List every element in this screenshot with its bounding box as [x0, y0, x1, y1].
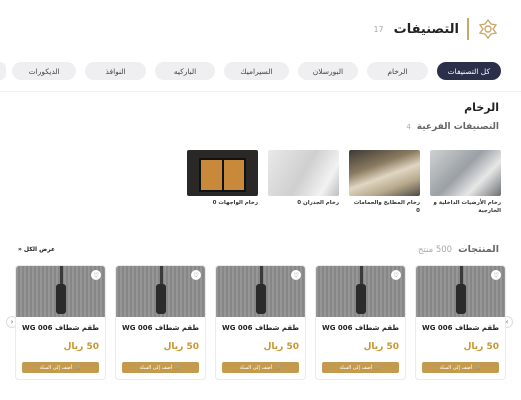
- product-image: ♡: [216, 266, 305, 317]
- subcategory-card[interactable]: رخام الجدران 0: [268, 150, 339, 215]
- subcategory-label: رخام الجدران 0: [268, 199, 339, 207]
- divider: [0, 91, 521, 92]
- product-price: 50 ريال: [363, 342, 399, 352]
- header-divider: [467, 18, 469, 40]
- subcategory-count: 0: [297, 200, 302, 206]
- subcategory-list: رخام الأرضيات الداخلية و الخارجية رخام ا…: [187, 150, 501, 215]
- add-to-cart-label: أضف إلى السلة: [139, 364, 173, 371]
- add-to-cart-button[interactable]: 🛒 أضف إلى السلة: [422, 362, 499, 373]
- add-to-cart-button[interactable]: 🛒 أضف إلى السلة: [122, 362, 199, 373]
- subcategory-name: رخام الواجهات: [218, 200, 258, 206]
- heart-icon[interactable]: ♡: [191, 270, 201, 280]
- tab-3[interactable]: السيراميك: [224, 62, 289, 80]
- view-all-label: عرض الكل: [23, 246, 56, 253]
- add-to-cart-label: أضف إلى السلة: [239, 364, 273, 371]
- page-header: التصنيفات 17: [373, 18, 499, 40]
- product-name: طقم شطاف WG 006: [422, 324, 499, 332]
- product-name: طقم شطاف WG 006: [322, 324, 399, 332]
- product-image: ♡: [16, 266, 105, 317]
- cart-icon: 🛒: [75, 364, 82, 371]
- subcategories-title: التصنيفات الفرعية: [416, 122, 499, 132]
- products-count: 500 منتج: [417, 244, 453, 255]
- product-image: ♡: [316, 266, 405, 317]
- product-image: ♡: [116, 266, 205, 317]
- subcategory-card[interactable]: رخام الأرضيات الداخلية و الخارجية: [430, 150, 501, 215]
- chevron-left-icon: ‹: [10, 318, 14, 326]
- product-card[interactable]: ♡ طقم شطاف WG 006 50 ريال 🛒 أضف إلى السلة: [415, 265, 506, 380]
- subcategory-image: [268, 150, 339, 196]
- products-title: المنتجات: [458, 244, 499, 255]
- product-name: طقم شطاف WG 006: [222, 324, 299, 332]
- cart-icon: 🛒: [275, 364, 282, 371]
- double-chevron-left-icon: «: [18, 246, 22, 253]
- ornament-logo-icon: [478, 18, 498, 40]
- tab-5[interactable]: النوافذ: [85, 62, 146, 80]
- subcategory-count: 0: [212, 200, 217, 206]
- cart-icon: 🛒: [375, 364, 382, 371]
- product-card[interactable]: ♡ طقم شطاف WG 006 50 ريال 🛒 أضف إلى السلة: [215, 265, 306, 380]
- products-header: المنتجات 500 منتج: [418, 244, 499, 255]
- view-all-link[interactable]: عرض الكل «: [18, 246, 55, 253]
- heart-icon[interactable]: ♡: [391, 270, 401, 280]
- section-title: الرخام: [464, 101, 499, 114]
- product-card[interactable]: ♡ طقم شطاف WG 006 50 ريال 🛒 أضف إلى السلة: [115, 265, 206, 380]
- subcategory-card[interactable]: رخام المطابخ والحمامات 0: [349, 150, 420, 215]
- cart-icon: 🛒: [475, 364, 482, 371]
- subcategory-image: [430, 150, 501, 196]
- product-price: 50 ريال: [263, 342, 299, 352]
- product-name: طقم شطاف WG 006: [22, 324, 99, 332]
- add-to-cart-label: أضف إلى السلة: [439, 364, 473, 371]
- subcategory-label: رخام الأرضيات الداخلية و الخارجية: [433, 200, 502, 214]
- chevron-right-icon: ›: [505, 318, 509, 326]
- add-to-cart-button[interactable]: 🛒 أضف إلى السلة: [322, 362, 399, 373]
- categories-count: 17: [373, 24, 384, 34]
- subcategory-image: [187, 150, 258, 196]
- heart-icon[interactable]: ♡: [91, 270, 101, 280]
- product-list: ♡ طقم شطاف WG 006 50 ريال 🛒 أضف إلى السلة ♡ طق…: [15, 265, 506, 380]
- tab-1[interactable]: الرخام: [367, 62, 428, 80]
- tab-4[interactable]: الباركيه: [154, 62, 216, 80]
- tab-0[interactable]: كل التصنيفات: [436, 62, 501, 80]
- product-name: طقم شطاف WG 006: [122, 324, 199, 332]
- product-price: 50 ريال: [463, 342, 499, 352]
- add-to-cart-button[interactable]: 🛒 أضف إلى السلة: [222, 362, 299, 373]
- tab-2[interactable]: البورسلان: [297, 62, 359, 80]
- add-to-cart-button[interactable]: 🛒 أضف إلى السلة: [22, 362, 99, 373]
- add-to-cart-label: أضف إلى السلة: [39, 364, 73, 371]
- subcategory-label: رخام الواجهات 0: [187, 199, 258, 207]
- cart-icon: 🛒: [175, 364, 182, 371]
- heart-icon[interactable]: ♡: [291, 270, 301, 280]
- subcategory-label: رخام المطابخ والحمامات 0: [349, 199, 420, 215]
- product-card[interactable]: ♡ طقم شطاف WG 006 50 ريال 🛒 أضف إلى السلة: [315, 265, 406, 380]
- product-image: ♡: [416, 266, 505, 317]
- product-card[interactable]: ♡ طقم شطاف WG 006 50 ريال 🛒 أضف إلى السلة: [15, 265, 106, 380]
- subcategories-header: التصنيفات الفرعية 4: [406, 122, 499, 132]
- product-price: 50 ريال: [163, 342, 199, 352]
- add-to-cart-label: أضف إلى السلة: [339, 364, 373, 371]
- heart-icon[interactable]: ♡: [491, 270, 501, 280]
- subcategories-count: 4: [406, 123, 411, 131]
- subcategory-image: [349, 150, 420, 196]
- subcategory-count: 0: [416, 208, 420, 214]
- tab-6[interactable]: الديكورات: [12, 62, 77, 80]
- subcategory-name: رخام المطابخ والحمامات: [353, 200, 420, 206]
- page-title: التصنيفات: [393, 21, 459, 37]
- category-tabs: الديكورات النوافذ الباركيه السيراميك البورسل…: [0, 62, 501, 80]
- subcategory-name: رخام الجدران: [303, 200, 339, 206]
- product-price: 50 ريال: [63, 342, 99, 352]
- subcategory-card[interactable]: رخام الواجهات 0: [187, 150, 258, 215]
